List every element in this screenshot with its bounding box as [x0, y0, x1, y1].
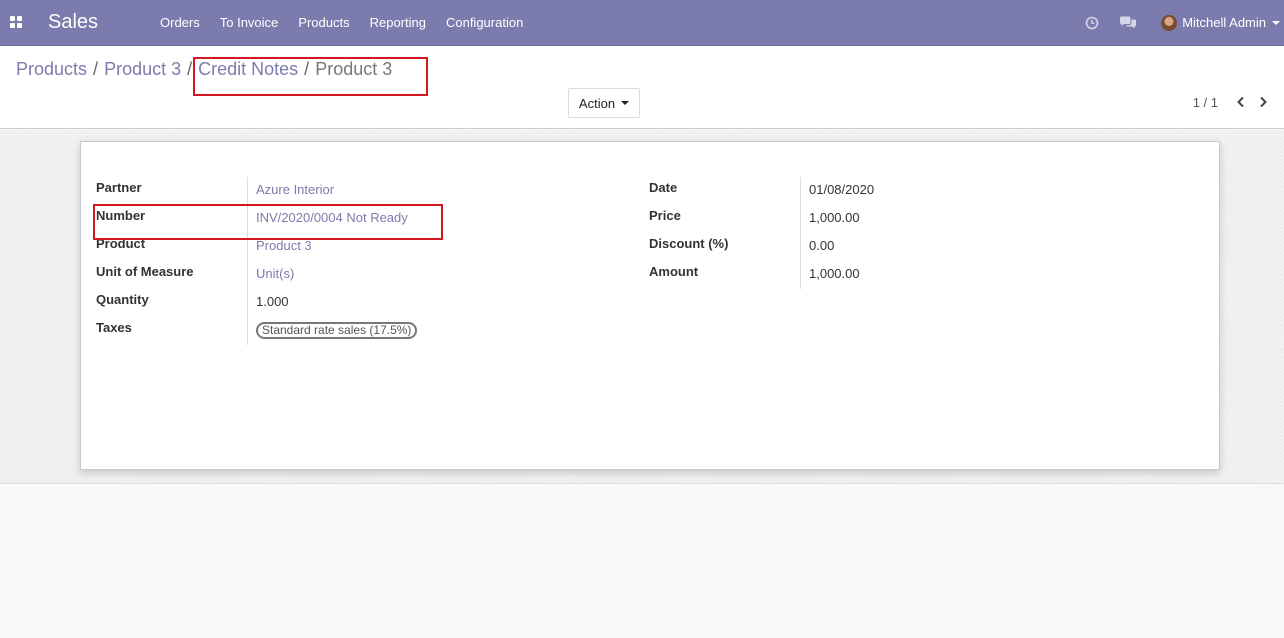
- tax-tag[interactable]: Standard rate sales (17.5%): [256, 322, 418, 339]
- price-field: 1,000.00: [800, 205, 860, 233]
- breadcrumb-current: Product 3: [315, 59, 393, 79]
- chat-icon[interactable]: [1119, 16, 1137, 30]
- breadcrumb-product-3[interactable]: Product 3: [104, 59, 181, 79]
- clock-icon[interactable]: [1085, 16, 1099, 30]
- field-row-date: Date 01/08/2020: [649, 177, 874, 205]
- form-view-area: Partner Azure Interior Number INV/2020/0…: [0, 130, 1284, 484]
- number-field[interactable]: INV/2020/0004 Not Ready: [247, 205, 408, 233]
- taxes-field: Standard rate sales (17.5%): [247, 317, 418, 345]
- menu-item-reporting[interactable]: Reporting: [360, 0, 436, 45]
- menu-item-orders[interactable]: Orders: [150, 0, 210, 45]
- field-label: Partner: [96, 180, 142, 195]
- breadcrumb: Products / Product 3/Credit Notes / Product …: [16, 58, 392, 80]
- field-label: Unit of Measure: [96, 264, 194, 279]
- app-name[interactable]: Sales: [48, 10, 98, 34]
- avatar: [1161, 14, 1178, 31]
- partner-field[interactable]: Azure Interior: [247, 177, 334, 205]
- date-field: 01/08/2020: [800, 177, 874, 205]
- chevron-left-icon[interactable]: [1230, 94, 1252, 110]
- chevron-down-icon: [621, 101, 630, 105]
- systray: Mitchell Admin: [1075, 0, 1284, 45]
- quantity-field: 1.000: [247, 289, 289, 317]
- pager-value[interactable]: 1 / 1: [1193, 95, 1218, 110]
- field-label: Discount (%): [649, 236, 729, 251]
- product-field[interactable]: Product 3: [247, 233, 312, 261]
- field-row-price: Price 1,000.00: [649, 205, 874, 233]
- field-row-product: Product Product 3: [96, 233, 417, 261]
- field-row-uom: Unit of Measure Unit(s): [96, 261, 417, 289]
- action-button[interactable]: Action: [568, 88, 640, 118]
- left-field-group: Partner Azure Interior Number INV/2020/0…: [96, 177, 418, 345]
- right-field-group: Date 01/08/2020 Price 1,000.00 Discount …: [649, 177, 874, 289]
- user-menu[interactable]: Mitchell Admin: [1161, 14, 1280, 31]
- field-label: Product: [96, 236, 146, 251]
- breadcrumb-separator: /: [187, 59, 193, 79]
- amount-field: 1,000.00: [800, 261, 860, 289]
- menu-item-to-invoice[interactable]: To Invoice: [210, 0, 289, 45]
- menu-item-configuration[interactable]: Configuration: [436, 0, 533, 45]
- field-label: Taxes: [96, 320, 132, 335]
- pager: 1 / 1: [1193, 94, 1274, 110]
- chevron-down-icon: [1272, 20, 1280, 25]
- breadcrumb-separator: /: [304, 59, 310, 79]
- menu-item-products[interactable]: Products: [288, 0, 359, 45]
- apps-grid-icon[interactable]: [10, 16, 22, 28]
- discount-field: 0.00: [800, 233, 834, 261]
- control-panel: Products / Product 3/Credit Notes / Product …: [0, 46, 1284, 129]
- field-row-taxes: Taxes Standard rate sales (17.5%): [96, 317, 418, 345]
- field-label: Amount: [649, 264, 699, 279]
- field-row-amount: Amount 1,000.00: [649, 261, 874, 289]
- top-navbar: Sales Orders To Invoice Products Reporti…: [0, 0, 1284, 46]
- chevron-right-icon[interactable]: [1252, 94, 1274, 110]
- user-name: Mitchell Admin: [1182, 15, 1266, 30]
- action-button-label: Action: [578, 95, 616, 111]
- field-label: Quantity: [96, 292, 149, 307]
- unit-of-measure-field[interactable]: Unit(s): [247, 261, 294, 289]
- field-row-number: Number INV/2020/0004 Not Ready: [96, 205, 417, 233]
- field-label: Price: [649, 208, 681, 223]
- field-label: Number: [96, 208, 146, 223]
- breadcrumb-products[interactable]: Products: [16, 59, 87, 79]
- main-menu: Orders To Invoice Products Reporting Con…: [150, 0, 533, 45]
- field-label: Date: [649, 180, 678, 195]
- breadcrumb-separator: /: [93, 59, 99, 79]
- breadcrumb-credit-notes[interactable]: Credit Notes: [198, 59, 298, 79]
- field-row-discount: Discount (%) 0.00: [649, 233, 874, 261]
- field-row-partner: Partner Azure Interior: [96, 177, 417, 205]
- field-row-quantity: Quantity 1.000: [96, 289, 417, 317]
- form-sheet: Partner Azure Interior Number INV/2020/0…: [80, 141, 1220, 470]
